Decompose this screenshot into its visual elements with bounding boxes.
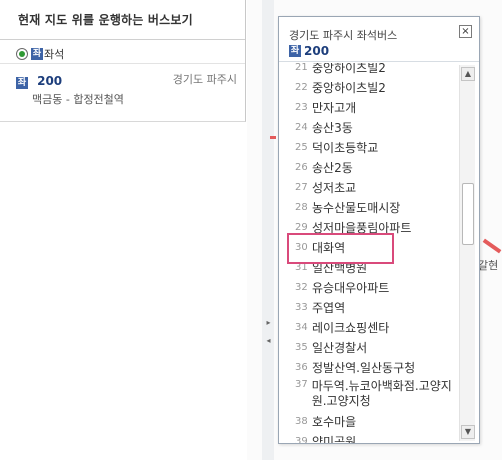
- close-icon[interactable]: ×: [459, 25, 472, 38]
- triangle-left-icon[interactable]: ◂: [265, 336, 272, 346]
- stop-item[interactable]: 35 일산경찰서: [279, 337, 459, 357]
- divider: [279, 61, 479, 62]
- stop-item[interactable]: 33 주엽역: [279, 297, 459, 317]
- stop-index: 23: [295, 101, 308, 113]
- stop-index: 37: [295, 379, 308, 390]
- stop-name[interactable]: 농수산물도매시장: [312, 199, 400, 216]
- stop-index: 28: [295, 201, 308, 213]
- stop-index: 33: [295, 301, 308, 313]
- stop-name[interactable]: 양미공원: [312, 433, 356, 444]
- stop-index: 38: [295, 415, 308, 427]
- stop-name[interactable]: 주엽역: [312, 299, 345, 316]
- stop-index: 27: [295, 181, 308, 193]
- bus-region: 경기도 파주시: [172, 73, 237, 86]
- stop-name[interactable]: 덕이초등학교: [312, 139, 378, 156]
- stop-item[interactable]: 38 호수마을: [279, 411, 459, 431]
- stop-item[interactable]: 37 마두역.뉴코아백화점.고양지원.고양지청: [279, 377, 459, 411]
- stop-index: 35: [295, 341, 308, 353]
- stop-name[interactable]: 중앙하이츠빌2: [312, 63, 386, 76]
- popup-region: 경기도 파주시 좌석버스: [289, 29, 398, 42]
- stop-item[interactable]: 22 중앙하이츠빌2: [279, 77, 459, 97]
- panel-divider[interactable]: [262, 0, 274, 460]
- stop-item[interactable]: 23 만자고개: [279, 97, 459, 117]
- stop-item[interactable]: 27 성저초교: [279, 177, 459, 197]
- stop-name[interactable]: 만자고개: [312, 99, 356, 116]
- stop-name[interactable]: 송산3동: [312, 119, 353, 136]
- bus-list-panel: 현재 지도 위를 운행하는 버스보기 좌 좌석 좌 200 경기도 파주시 맥금…: [0, 0, 246, 122]
- bus-route: 맥금동 - 합정전철역: [32, 93, 124, 106]
- seat-bus-badge: 좌: [289, 45, 301, 57]
- scrollbar-thumb[interactable]: [462, 183, 474, 245]
- popup-bus-number: 200: [304, 44, 330, 58]
- triangle-down-icon[interactable]: ▼: [461, 425, 475, 439]
- stop-item[interactable]: 34 레이크쇼핑센타: [279, 317, 459, 337]
- stop-item[interactable]: 39 양미공원: [279, 431, 459, 444]
- stop-name[interactable]: 호수마을: [312, 413, 356, 430]
- triangle-up-icon[interactable]: ▲: [461, 67, 475, 81]
- stop-item[interactable]: 32 유승대우아파트: [279, 277, 459, 297]
- popup-bus-header: 좌 200: [289, 44, 329, 58]
- seat-bus-filter[interactable]: 좌 좌석: [0, 40, 245, 64]
- stop-item[interactable]: 24 송산3동: [279, 117, 459, 137]
- bus-list-item[interactable]: 좌 200 경기도 파주시 맥금동 - 합정전철역: [0, 64, 245, 106]
- stop-index: 34: [295, 321, 308, 333]
- stop-index: 26: [295, 161, 308, 173]
- stop-name[interactable]: 정발산역.일산동구청: [312, 359, 415, 376]
- bus-map-screen: 현재 지도 위를 운행하는 버스보기 좌 좌석 좌 200 경기도 파주시 맥금…: [0, 0, 502, 460]
- stop-index: 36: [295, 361, 308, 373]
- stop-item[interactable]: 36 정발산역.일산동구청: [279, 357, 459, 377]
- stop-index: 39: [295, 435, 308, 444]
- stop-item[interactable]: 26 송산2동: [279, 157, 459, 177]
- stop-name[interactable]: 성저초교: [312, 179, 356, 196]
- seat-bus-badge: 좌: [16, 77, 28, 89]
- seat-bus-badge: 좌: [31, 47, 43, 60]
- bus-route-popup: × 경기도 파주시 좌석버스 좌 200 21 중앙하이츠빌2 22 중앙하이츠빌2 2…: [278, 16, 480, 444]
- panel-title: 현재 지도 위를 운행하는 버스보기: [0, 0, 245, 40]
- selected-stop-highlight: [287, 233, 394, 264]
- radio-selected-icon[interactable]: [16, 47, 28, 60]
- stop-index: 25: [295, 141, 308, 153]
- map-place-label: 갈현: [478, 259, 499, 272]
- stop-name[interactable]: 일산경찰서: [312, 339, 367, 356]
- stop-index: 29: [295, 221, 308, 233]
- triangle-right-icon[interactable]: ▸: [265, 318, 272, 328]
- stop-item[interactable]: 21 중앙하이츠빌2: [279, 63, 459, 77]
- stop-name[interactable]: 마두역.뉴코아백화점.고양지원.고양지청: [312, 379, 459, 409]
- stop-name[interactable]: 송산2동: [312, 159, 353, 176]
- stop-index: 22: [295, 81, 308, 93]
- panel-toggle-arrows[interactable]: ▸ ◂: [265, 318, 272, 358]
- scrollbar[interactable]: ▲ ▼: [459, 65, 475, 441]
- stop-item[interactable]: 25 덕이초등학교: [279, 137, 459, 157]
- stop-name[interactable]: 레이크쇼핑센타: [312, 319, 389, 336]
- stop-name[interactable]: 유승대우아파트: [312, 279, 389, 296]
- map-road: [270, 136, 276, 139]
- filter-label: 좌석: [44, 47, 65, 61]
- bus-number[interactable]: 200: [37, 74, 62, 88]
- stop-index: 21: [295, 63, 308, 73]
- stop-name[interactable]: 중앙하이츠빌2: [312, 79, 386, 96]
- stop-index: 24: [295, 121, 308, 133]
- stop-item[interactable]: 28 농수산물도매시장: [279, 197, 459, 217]
- stop-index: 32: [295, 281, 308, 293]
